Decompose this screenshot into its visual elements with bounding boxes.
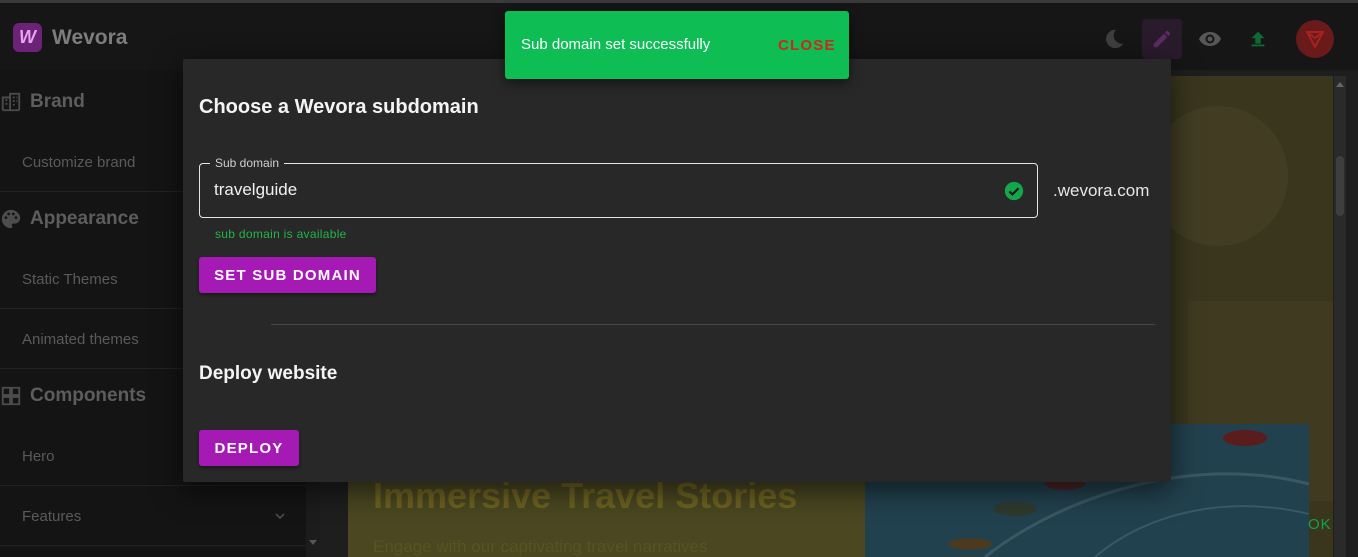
sidebar-section-label: Appearance [30,208,139,229]
subdomain-dialog: Choose a Wevora subdomain Sub domain .we… [183,59,1171,482]
deploy-button[interactable]: DEPLOY [199,430,299,466]
dialog-title: Choose a Wevora subdomain [199,96,479,118]
preview-scrollbar[interactable] [1334,76,1346,557]
building-icon [1,92,21,112]
success-snackbar: Sub domain set successfully CLOSE [505,11,849,79]
subdomain-helper-text: sub domain is available [215,227,347,241]
brand-name: Wevora [52,25,128,49]
snackbar-message: Sub domain set successfully [521,36,711,53]
grid-icon [1,386,21,406]
domain-suffix: .wevora.com [1053,181,1150,200]
upload-icon [1251,31,1265,47]
snackbar-close-button[interactable]: CLOSE [778,37,836,54]
publish-button[interactable] [1238,19,1278,59]
sidebar-item-label: Hero [22,448,55,465]
subdomain-input[interactable] [214,180,974,200]
set-subdomain-button[interactable]: SET SUB DOMAIN [199,257,376,293]
subdomain-field[interactable]: Sub domain [199,156,1038,218]
ok-button[interactable]: OK [1308,516,1332,533]
deploy-section-title: Deploy website [199,363,338,384]
sidebar-item-features[interactable]: Features [0,488,320,546]
top-actions [1086,19,1334,59]
brand[interactable]: W Wevora [13,23,127,52]
eye-icon [1199,32,1221,46]
brand-logo-icon: W [13,23,42,52]
sidebar-item-label: Static Themes [22,271,118,288]
app-root: W Wevora Brand Customize brand Appearanc… [0,0,1358,557]
scroll-down-arrow-icon[interactable] [309,540,317,545]
pencil-icon [1153,30,1171,48]
divider [271,324,1155,325]
chevron-down-icon [275,513,285,520]
scroll-up-arrow-icon[interactable] [1336,82,1344,87]
user-logo-icon [1305,31,1325,50]
sidebar-section-label: Components [30,385,147,406]
hero-subtitle: Engage with our captivating travel narra… [373,537,708,556]
scrollbar-thumb[interactable] [1336,156,1344,216]
sidebar-item-label: Animated themes [22,331,139,348]
subdomain-field-label: Sub domain [210,156,285,170]
sidebar-item-label: Customize brand [22,154,136,171]
palette-icon [1,209,21,229]
moon-icon [1106,29,1124,49]
edit-mode-button[interactable] [1142,19,1182,59]
theme-toggle-button[interactable] [1094,19,1134,59]
sidebar-section-label: Brand [30,91,85,112]
check-circle-icon [1004,181,1024,201]
sidebar-item-label: Features [22,508,82,525]
preview-button[interactable] [1190,19,1230,59]
avatar[interactable] [1296,20,1334,58]
